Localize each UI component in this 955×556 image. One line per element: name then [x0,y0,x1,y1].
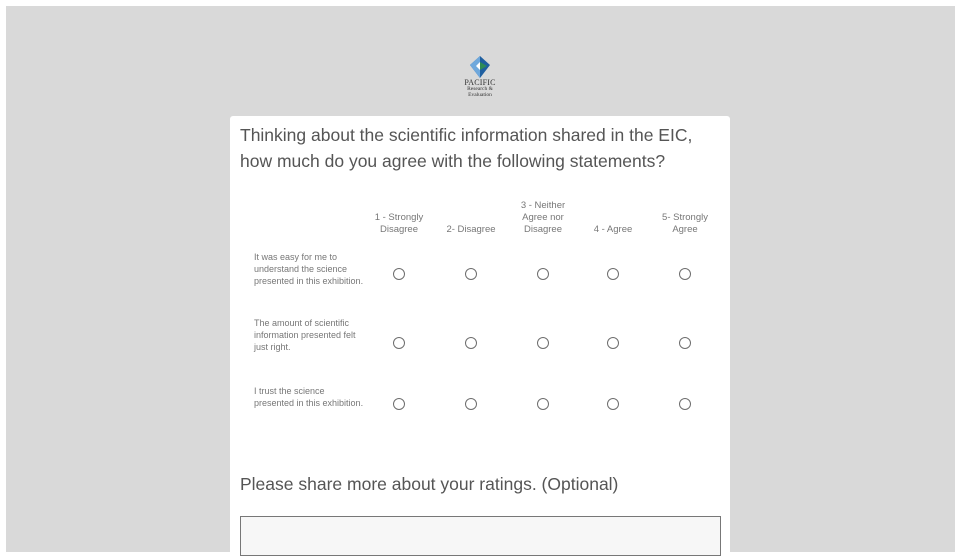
statement-label-3: I trust the science presented in this ex… [254,386,364,408]
radio-s2-3[interactable] [537,337,549,349]
radio-s1-2[interactable] [465,268,477,280]
col-header-1: 1 - Strongly Disagree [374,212,424,235]
radio-s2-2[interactable] [465,337,477,349]
radio-s1-1[interactable] [393,268,405,280]
matrix-question-title: Thinking about the scientific informatio… [240,125,693,171]
radio-s3-3[interactable] [537,398,549,410]
radio-s2-1[interactable] [393,337,405,349]
pacific-logo: PACIFIC Research & Evaluation [455,56,505,106]
radio-s2-4[interactable] [607,337,619,349]
logo-text-line3: Evaluation [468,91,492,98]
radio-s3-4[interactable] [607,398,619,410]
statement-label-2: The amount of scientific information pre… [254,318,356,352]
radio-s3-2[interactable] [465,398,477,410]
col-header-4: 4 - Agree [593,224,633,235]
matrix-header-row: 1 - Strongly Disagree 2- Disagree 3 - Ne… [240,196,720,236]
radio-s3-1[interactable] [393,398,405,410]
pacific-logo-icon [470,56,490,78]
survey-card: Thinking about the scientific informatio… [230,116,730,556]
radio-s1-3[interactable] [537,268,549,280]
radio-s3-5[interactable] [679,398,691,410]
statement-label-1: It was easy for me to understand the sci… [254,252,364,286]
radio-s1-4[interactable] [607,268,619,280]
col-header-5: 5- Strongly Agree [662,212,708,235]
ratings-comment-textarea[interactable] [240,516,721,556]
radio-s1-5[interactable] [679,268,691,280]
col-header-3: 3 - Neither Agree nor Disagree [520,200,566,235]
col-header-2: 2- Disagree [446,224,496,235]
radio-s2-5[interactable] [679,337,691,349]
open-question-title: Please share more about your ratings. (O… [240,474,619,494]
